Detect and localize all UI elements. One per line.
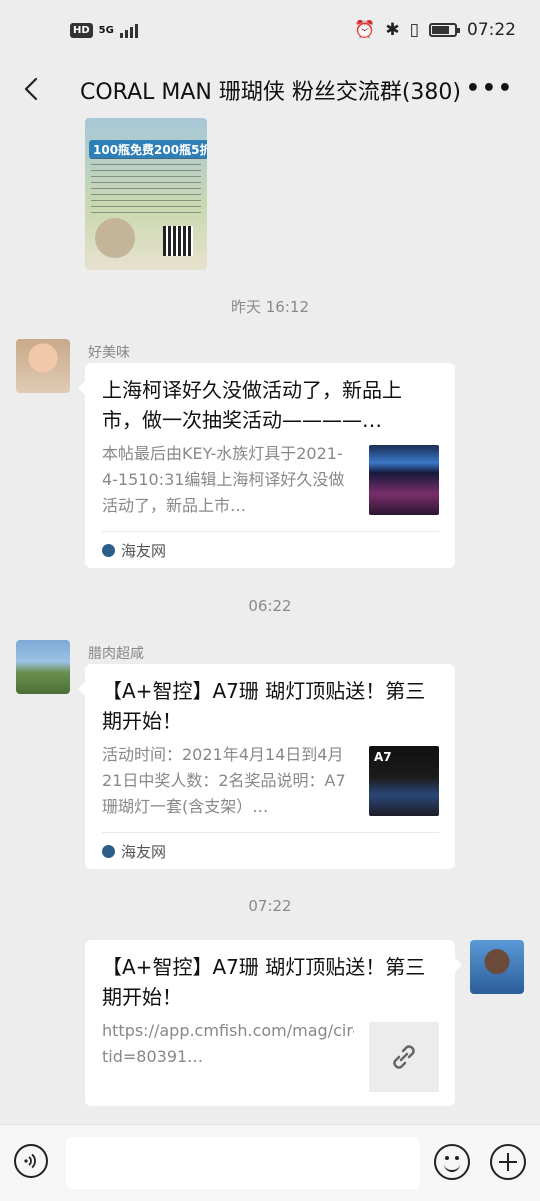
timestamp: 06:22 [248, 597, 292, 615]
source-name: 海友网 [121, 842, 167, 861]
link-card-message[interactable]: 【A+智控】A7珊 瑚灯顶贴送！第三期开始！ 活动时间：2021年4月14日到4… [78, 664, 455, 869]
source-logo-icon [102, 844, 115, 858]
status-bar: HD 5G ⏰ ✱ ▯ 07:22 [0, 0, 540, 64]
card-thumbnail: A7 [369, 746, 439, 816]
signal-icon [119, 22, 138, 38]
source-name: 海友网 [121, 541, 167, 560]
chat-header: CORAL MAN 珊瑚侠 粉丝交流群(380) ••• [0, 64, 540, 114]
network-indicator: HD 5G [70, 22, 138, 38]
cat-image [95, 218, 135, 258]
link-icon [369, 1022, 439, 1092]
sender-name: 腊肉超咸 [88, 646, 144, 662]
network-type: 5G [98, 24, 114, 36]
voice-input-icon[interactable] [14, 1144, 48, 1178]
link-card-message-outgoing[interactable]: 【A+智控】A7珊 瑚灯顶贴送！第三期开始！ https://app.cmfis… [85, 940, 462, 1106]
timestamp: 07:22 [248, 897, 292, 915]
card-thumbnail [369, 445, 439, 515]
card-title: 【A+智控】A7珊 瑚灯顶贴送！第三期开始！ [102, 679, 426, 733]
image-message[interactable]: 100瓶免费200瓶5折 [85, 118, 207, 270]
card-url: https://app.cmfish.com/mag/circle/v1/for… [102, 1021, 354, 1066]
source-logo-icon [102, 543, 115, 557]
bluetooth-icon: ✱ [385, 20, 400, 40]
thumbnail-label: A7 [374, 750, 392, 764]
more-options-icon[interactable]: ••• [466, 76, 514, 101]
timestamp: 昨天 16:12 [231, 298, 309, 316]
vibrate-icon: ▯ [409, 20, 419, 40]
card-source: 海友网 [102, 531, 439, 568]
avatar[interactable] [16, 339, 70, 393]
battery-fill [432, 26, 449, 34]
my-avatar[interactable] [470, 940, 524, 994]
qr-code-icon [163, 226, 193, 256]
image-banner-text: 100瓶免费200瓶5折 [89, 140, 207, 159]
status-icons: ⏰ ✱ ▯ 07:22 [354, 20, 516, 40]
card-title: 【A+智控】A7珊 瑚灯顶贴送！第三期开始！ [102, 955, 426, 1009]
emoji-icon[interactable] [434, 1144, 470, 1180]
alarm-icon: ⏰ [354, 20, 376, 40]
hd-badge: HD [70, 22, 93, 38]
card-source: 海友网 [102, 832, 439, 869]
back-arrow-icon[interactable] [18, 74, 48, 104]
image-text-lines [91, 158, 201, 218]
card-description: 本帖最后由KEY-水族灯具于2021-4-1510:31编辑上海柯译好久没做活动… [102, 444, 345, 515]
sender-name: 好美味 [88, 345, 130, 361]
status-time: 07:22 [467, 20, 516, 40]
avatar[interactable] [16, 640, 70, 694]
message-input[interactable] [66, 1137, 420, 1189]
link-card-message[interactable]: 上海柯译好久没做活动了，新品上市，做一次抽奖活动————… 本帖最后由KEY-水… [78, 363, 455, 568]
battery-icon [429, 23, 460, 37]
chat-title: CORAL MAN 珊瑚侠 粉丝交流群(380) [80, 80, 462, 105]
plus-icon[interactable] [490, 1144, 526, 1180]
card-title: 上海柯译好久没做活动了，新品上市，做一次抽奖活动————… [102, 378, 402, 432]
card-description: 活动时间：2021年4月14日到4月21日中奖人数：2名奖品说明：A7珊瑚灯一套… [102, 745, 346, 816]
input-bar [0, 1124, 540, 1201]
